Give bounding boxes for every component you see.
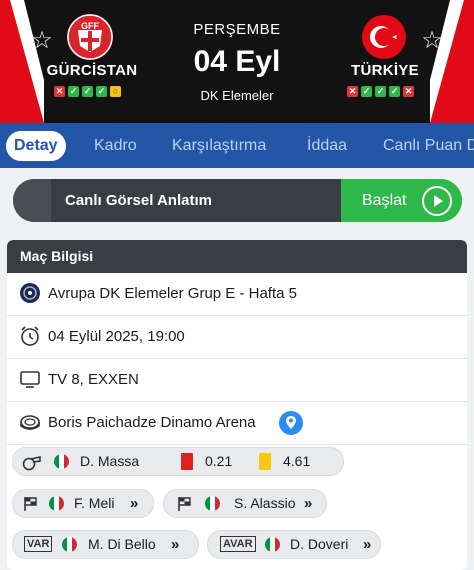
away-team-name[interactable]: TÜRKİYE [335,62,435,79]
play-icon [422,186,452,216]
live-commentary-bar[interactable]: Canlı Görsel Anlatım Başlat [13,179,462,222]
gff-logo-icon: GFF [67,14,113,60]
yellow-card-average: 4.61 [283,453,311,469]
form-result-badge: ✓ [68,86,79,97]
match-header: ☆ ☆ GFF GÜRCİSTAN ✕ ✓ ✓ ✓ ○ PERŞEMBE 04 Eyl … [0,0,474,123]
league-logo-icon [20,283,40,303]
away-form: ✕ ✓ ✓ ✓ ✕ [347,86,414,98]
assistant-referee-1-name: F. Meli [74,495,115,511]
tab-detail[interactable]: Detay [6,131,66,161]
datetime-row: 04 Eylül 2025, 19:00 [7,316,467,359]
avar-referee-name: D. Doveri [290,536,349,552]
form-result-badge: ✓ [375,86,386,97]
form-result-badge: ✕ [347,86,358,97]
live-commentary-label: Canlı Görsel Anlatım [65,192,212,209]
italy-flag-icon [54,454,69,469]
chevron-right-icon: » [130,495,139,512]
broadcast-text: TV 8, EXXEN [48,371,139,388]
broadcast-row: TV 8, EXXEN [7,359,467,402]
flag-stripe-left [0,0,44,123]
live-start-button[interactable]: Başlat [341,179,462,222]
map-pin-icon[interactable] [278,410,304,436]
avar-badge: AVAR [220,536,256,552]
tab-comparison[interactable]: Karşılaştırma [172,123,266,168]
var-referee-pill[interactable]: VAR M. Di Bello » [12,530,199,559]
match-info-title: Maç Bilgisi [20,248,94,264]
tab-bar: Detay Kadro Karşılaştırma İddaa Canlı Pu… [0,123,474,168]
italy-flag-icon [62,537,77,552]
away-team-logo[interactable] [361,14,407,60]
chevron-right-icon: » [363,536,372,553]
stadium-row: Boris Paichadze Dinamo Arena [7,402,467,445]
italy-flag-icon [265,537,280,552]
form-result-badge: ○ [110,86,121,97]
assistant-referee-2-name: S. Alassio [234,495,296,511]
var-badge: VAR [24,536,53,552]
tab-live-points[interactable]: Canlı Puan D [383,123,474,168]
referee-pill[interactable]: D. Massa 0.21 4.61 [12,447,344,476]
live-start-label: Başlat [362,192,407,209]
home-team-logo[interactable]: GFF [67,14,113,60]
league-text: Avrupa DK Elemeler Grup E - Hafta 5 [48,285,297,302]
red-card-icon [181,453,193,470]
form-result-badge: ✓ [82,86,93,97]
form-result-badge: ✕ [54,86,65,97]
match-info-panel: Maç Bilgisi Avrupa DK Elemeler Grup E - … [7,240,467,570]
live-bar-stripe [13,179,51,222]
stadium-icon [20,415,40,430]
stadium-text: Boris Paichadze Dinamo Arena [48,414,256,431]
avar-referee-pill[interactable]: AVAR D. Doveri » [207,530,381,559]
chevron-right-icon: » [171,536,180,553]
competition-name: DK Elemeler [200,88,274,103]
tv-icon [20,371,40,388]
form-result-badge: ✕ [403,86,414,97]
tab-squad[interactable]: Kadro [94,123,137,168]
whistle-icon [22,456,41,471]
alarm-clock-icon [21,326,39,346]
match-date: 04 Eyl [193,45,281,78]
form-result-badge: ✓ [389,86,400,97]
form-result-badge: ✓ [361,86,372,97]
flag-icon [178,497,191,511]
gff-logo-text: GFF [81,21,99,31]
match-info-header: Maç Bilgisi [7,240,467,273]
italy-flag-icon [205,496,220,511]
favorite-away-star-icon[interactable]: ☆ [420,29,444,53]
favorite-home-star-icon[interactable]: ☆ [30,29,54,53]
datetime-text: 04 Eylül 2025, 19:00 [48,328,185,345]
form-result-badge: ✓ [96,86,107,97]
match-day: PERŞEMBE [193,21,281,38]
flag-stripe-right [430,0,474,123]
yellow-card-icon [259,453,271,470]
tff-logo-icon [362,15,406,59]
league-row[interactable]: Avrupa DK Elemeler Grup E - Hafta 5 [7,273,467,316]
var-referee-name: M. Di Bello [88,536,156,552]
assistant-referee-1-pill[interactable]: F. Meli » [12,489,154,518]
red-card-average: 0.21 [205,453,233,469]
chevron-right-icon: » [304,495,313,512]
tab-bet[interactable]: İddaa [307,123,347,168]
flag-icon [24,497,37,511]
home-form: ✕ ✓ ✓ ✓ ○ [54,86,121,98]
italy-flag-icon [49,496,64,511]
assistant-referee-2-pill[interactable]: S. Alassio » [163,489,327,518]
referee-name: D. Massa [80,453,140,469]
home-team-name[interactable]: GÜRCİSTAN [40,62,144,79]
